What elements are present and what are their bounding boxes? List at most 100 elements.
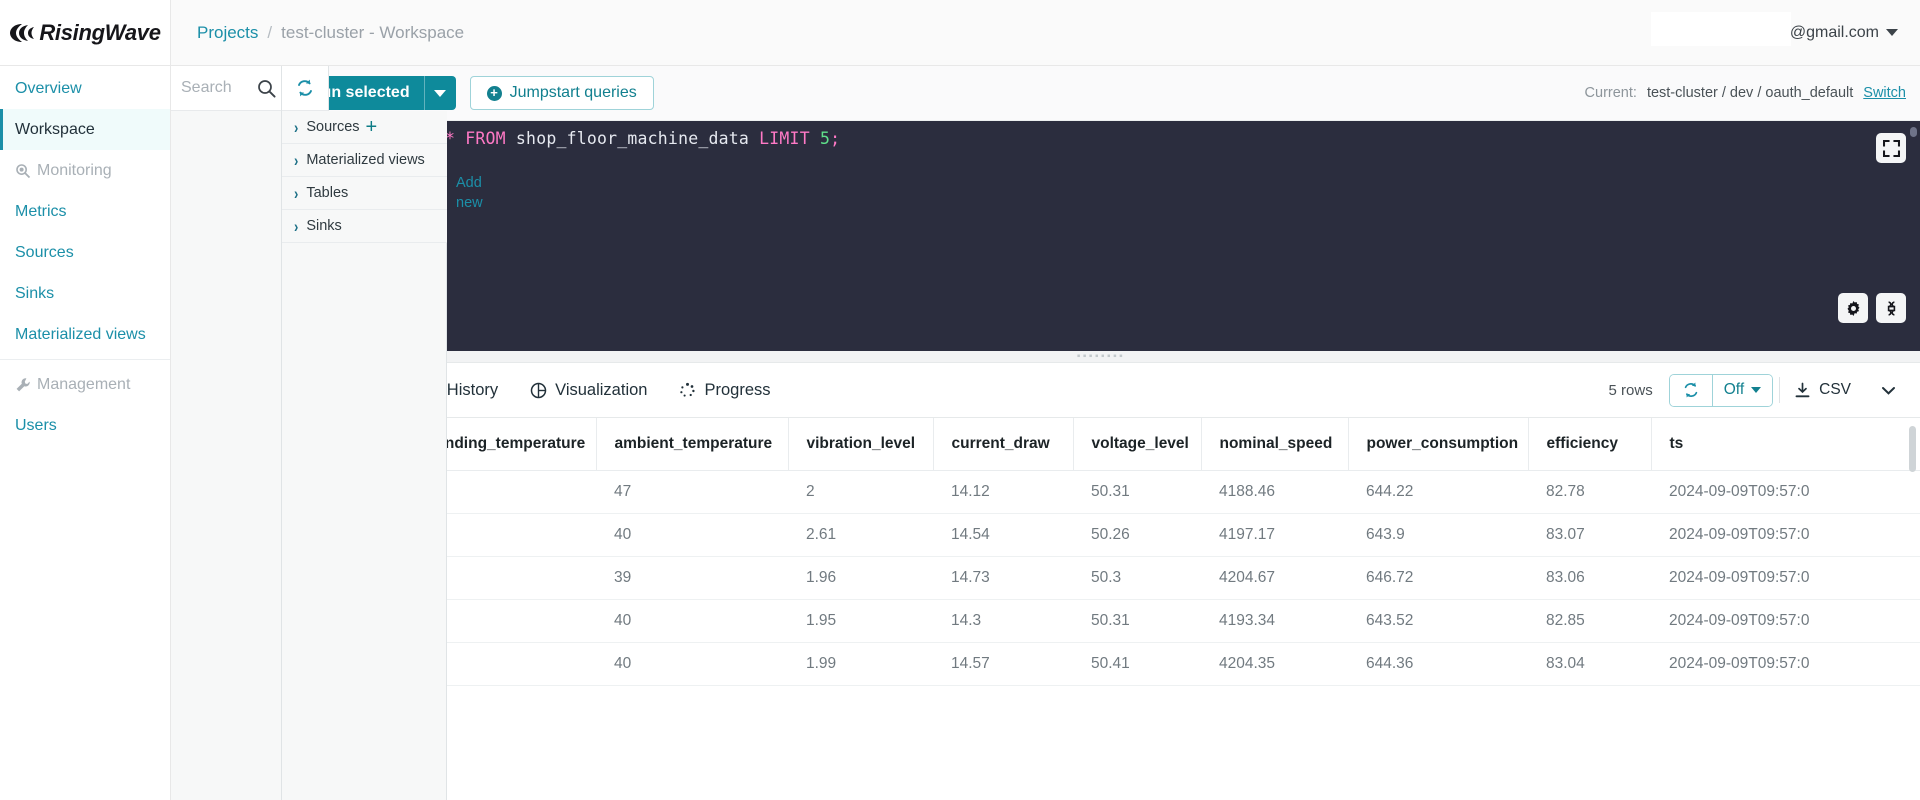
search-input[interactable] xyxy=(171,79,251,97)
panel-resize-handle[interactable]: ▪▪▪▪▪▪▪▪ xyxy=(282,351,1920,363)
column-header-nominal-speed[interactable]: nominal_speed xyxy=(1201,418,1348,471)
chevron-right-icon: › xyxy=(294,151,298,170)
sql-token-table: shop_floor_machine_data xyxy=(516,129,749,148)
cell: 50.26 xyxy=(1073,514,1201,557)
cell: 643.52 xyxy=(1348,600,1528,643)
result-actions: 5 rows Off xyxy=(1593,363,1920,418)
table-row[interactable]: machine_4 80 40 1.95 14.3 50.31 4193.34 … xyxy=(282,600,1920,643)
tree-node-sinks[interactable]: › Sinks xyxy=(282,210,447,243)
column-header-power-consumption[interactable]: power_consumption xyxy=(1348,418,1528,471)
column-header-voltage-level[interactable]: voltage_level xyxy=(1073,418,1201,471)
command-icon xyxy=(1883,300,1900,317)
cell: 83.07 xyxy=(1528,514,1651,557)
tab-label: Visualization xyxy=(555,381,647,400)
cell: 39 xyxy=(596,557,788,600)
editor-settings-button[interactable] xyxy=(1838,293,1868,323)
cell: 40 xyxy=(596,643,788,686)
chevron-down-icon xyxy=(434,90,446,97)
collapse-result-button[interactable] xyxy=(1865,381,1912,400)
tree-refresh-button[interactable] xyxy=(282,66,329,111)
sql-token-semicolon: ; xyxy=(830,129,840,148)
tree-node-tables[interactable]: › Tables xyxy=(282,177,447,210)
tree-node-materialized-views[interactable]: › Materialized views xyxy=(282,144,447,177)
column-header-efficiency[interactable]: efficiency xyxy=(1528,418,1651,471)
sidebar-item-metrics[interactable]: Metrics xyxy=(0,191,170,232)
table-row[interactable]: machine_5 80 40 1.99 14.57 50.41 4204.35… xyxy=(282,643,1920,686)
tab-label: Progress xyxy=(704,381,770,400)
tree-node-list: › Sources + › Materialized views › Table… xyxy=(282,111,447,243)
cell: 83.06 xyxy=(1528,557,1651,600)
run-options-dropdown[interactable] xyxy=(424,76,456,110)
current-context: Current: test-cluster / dev / oauth_defa… xyxy=(1585,85,1906,101)
add-new-link[interactable]: Add new xyxy=(456,174,501,213)
sidebar-item-users[interactable]: Users xyxy=(0,405,170,446)
top-bar: RisingWave Projects / test-cluster - Wor… xyxy=(0,0,1920,66)
download-csv-button[interactable]: CSV xyxy=(1780,381,1865,399)
table-scrollbar[interactable] xyxy=(1909,426,1916,472)
current-context-value: test-cluster / dev / oauth_default xyxy=(1647,85,1853,101)
tree-node-label: Sinks xyxy=(306,218,341,234)
cell: 2024-09-09T09:57:0 xyxy=(1651,557,1920,600)
cell: 14.3 xyxy=(933,600,1073,643)
sidebar-item-workspace[interactable]: Workspace xyxy=(0,109,170,150)
tab-progress[interactable]: Progress xyxy=(663,363,786,418)
column-label: ambient_temperature xyxy=(615,435,788,453)
column-header-vibration-level[interactable]: vibration_level xyxy=(788,418,933,471)
editor-scrollbar[interactable] xyxy=(1910,127,1917,137)
editor-fullscreen-button[interactable] xyxy=(1876,133,1906,163)
csv-label: CSV xyxy=(1819,381,1851,399)
result-tabs: Result History Visua xyxy=(282,363,1920,418)
table-row[interactable]: machine_1 96 47 2 14.12 50.31 4188.46 64… xyxy=(282,471,1920,514)
column-header-ts[interactable]: ts xyxy=(1651,418,1920,471)
jumpstart-queries-button[interactable]: + Jumpstart queries xyxy=(470,76,654,110)
sidebar-item-label: Sources xyxy=(15,244,74,262)
tree-node-label: Materialized views xyxy=(306,152,424,168)
tree-node-sources[interactable]: › Sources + xyxy=(282,111,447,144)
cell: 47 xyxy=(596,471,788,514)
column-label: winding_temperature xyxy=(429,435,596,453)
chevron-down-icon xyxy=(1751,387,1761,393)
tree-node-label: Sources xyxy=(306,119,359,135)
column-label: voltage_level xyxy=(1092,435,1201,453)
sidebar-item-overview[interactable]: Overview xyxy=(0,68,170,109)
table-row[interactable]: machine_2 85 40 2.61 14.54 50.26 4197.17… xyxy=(282,514,1920,557)
refresh-icon xyxy=(295,78,315,98)
column-header-current-draw[interactable]: current_draw xyxy=(933,418,1073,471)
result-table-container[interactable]: ⋮⋮ machine_id winding_temperature ambien… xyxy=(282,418,1920,800)
editor-shortcuts-button[interactable] xyxy=(1876,293,1906,323)
switch-context-link[interactable]: Switch xyxy=(1863,85,1906,101)
tab-visualization[interactable]: Visualization xyxy=(514,363,663,418)
breadcrumb-current: test-cluster - Workspace xyxy=(281,23,464,43)
sidebar-item-label: Management xyxy=(37,376,130,394)
cell: 644.22 xyxy=(1348,471,1528,514)
sidebar-item-management: Management xyxy=(0,364,170,405)
autorefresh-dropdown[interactable]: Off xyxy=(1713,375,1772,406)
sidebar-item-materialized-views[interactable]: Materialized views xyxy=(0,314,170,355)
cell: 4204.67 xyxy=(1201,557,1348,600)
risingwave-logo-icon xyxy=(9,22,35,44)
sidebar-item-sources[interactable]: Sources xyxy=(0,232,170,273)
chevron-down-icon xyxy=(1886,29,1898,36)
search-button[interactable] xyxy=(251,79,281,98)
cell: 2024-09-09T09:57:0 xyxy=(1651,643,1920,686)
table-row[interactable]: machine_3 80 39 1.96 14.73 50.3 4204.67 … xyxy=(282,557,1920,600)
chevron-right-icon: › xyxy=(294,217,298,236)
column-label: efficiency xyxy=(1547,435,1651,453)
sql-editor[interactable]: 1 SELECT * FROM shop_floor_machine_data … xyxy=(282,121,1920,351)
tree-node-label: Tables xyxy=(306,185,348,201)
object-tree-panel: › Sources + › Materialized views › Table… xyxy=(171,66,282,800)
spinner-icon xyxy=(679,382,696,399)
sidebar-item-sinks[interactable]: Sinks xyxy=(0,273,170,314)
autorefresh-value: Off xyxy=(1724,381,1744,399)
cell: 646.72 xyxy=(1348,557,1528,600)
sql-token-limit: LIMIT xyxy=(759,129,810,148)
sql-token-from: FROM xyxy=(465,129,506,148)
account-email: @gmail.com xyxy=(1790,24,1879,42)
breadcrumb-projects[interactable]: Projects xyxy=(197,23,258,43)
result-table: machine_id winding_temperature ambient_t… xyxy=(282,418,1920,686)
result-refresh-button[interactable] xyxy=(1670,375,1712,406)
brand-logo[interactable]: RisingWave xyxy=(0,0,171,65)
column-label: power_consumption xyxy=(1367,435,1528,453)
query-toolbar: Run selected + Jumpstart queries Current… xyxy=(282,66,1920,121)
column-header-ambient-temperature[interactable]: ambient_temperature xyxy=(596,418,788,471)
